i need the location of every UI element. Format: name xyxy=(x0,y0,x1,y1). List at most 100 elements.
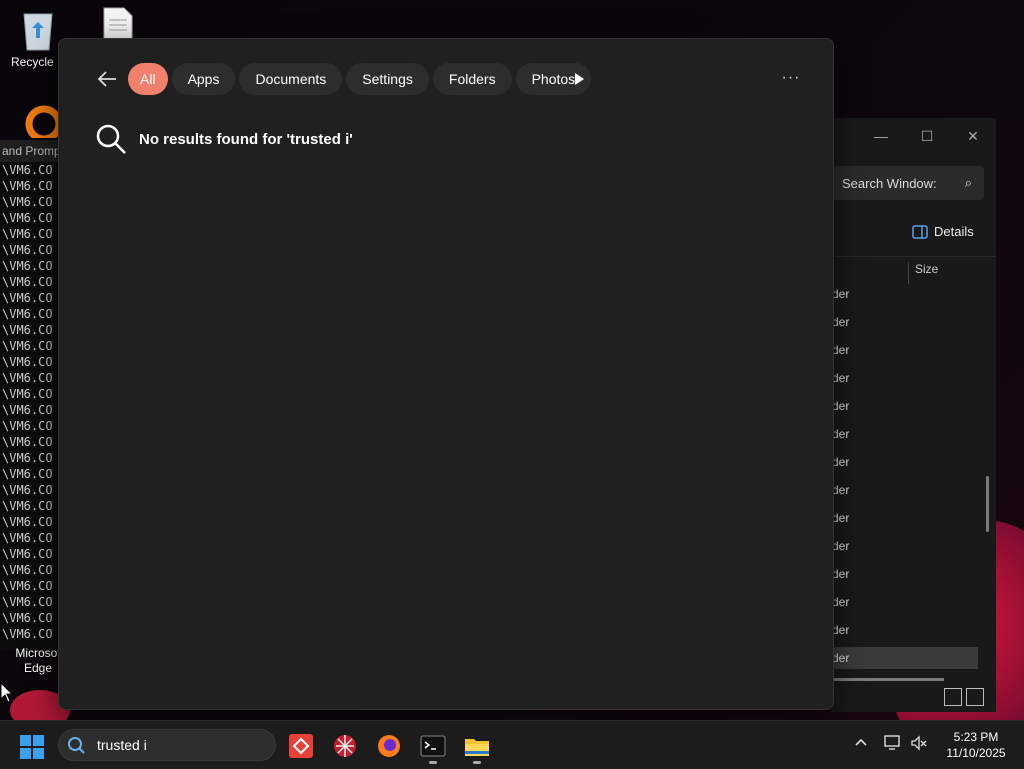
cmd-output-line: \VM6.CO xyxy=(2,627,53,641)
explorer-list-item[interactable]: der xyxy=(832,507,978,529)
cmd-output-line: \VM6.CO xyxy=(2,515,53,529)
cmd-output-line: \VM6.CO xyxy=(2,195,53,209)
cmd-output-line: \VM6.CO xyxy=(2,467,53,481)
filter-tab-settings[interactable]: Settings xyxy=(346,63,429,95)
cmd-output-line: \VM6.CO xyxy=(2,211,53,225)
search-icon xyxy=(68,737,85,754)
tiles-view-icon[interactable] xyxy=(966,688,984,706)
explorer-list-item[interactable]: der xyxy=(832,563,978,585)
cmd-output-line: \VM6.CO xyxy=(2,243,53,257)
file-explorer-window[interactable]: — ☐ ✕ Search Window: ⌕ Details Size der d… xyxy=(832,118,996,712)
cmd-output-line: \VM6.CO xyxy=(2,403,53,417)
cmd-output-line: \VM6.CO xyxy=(2,387,53,401)
explorer-list-item[interactable]: der xyxy=(832,423,978,445)
explorer-list-item[interactable]: der xyxy=(832,647,978,669)
vertical-scrollbar[interactable] xyxy=(986,476,989,532)
no-results-message: No results found for 'trusted i' xyxy=(95,123,353,155)
more-options-button[interactable]: ··· xyxy=(779,69,803,89)
cmd-output-line: \VM6.CO xyxy=(2,291,53,305)
clock-time: 5:23 PM xyxy=(953,730,999,744)
filter-tab-documents[interactable]: Documents xyxy=(239,63,343,95)
details-pane-icon xyxy=(912,224,928,239)
cmd-window-title: and Promp xyxy=(0,140,60,162)
details-pane-button[interactable]: Details xyxy=(912,224,974,239)
taskbar-app-file-explorer[interactable] xyxy=(464,733,490,764)
explorer-column-header: Size xyxy=(832,256,996,284)
cmd-output-line: \VM6.CO xyxy=(2,163,53,177)
explorer-titlebar: — ☐ ✕ xyxy=(832,118,996,154)
document-file-icon xyxy=(103,7,133,41)
cmd-output-line: \VM6.CO xyxy=(2,611,53,625)
horizontal-scrollbar[interactable] xyxy=(832,678,944,681)
filter-tab-apps[interactable]: Apps xyxy=(171,63,236,95)
cmd-output-line: \VM6.CO xyxy=(2,595,53,609)
cmd-output-line: \VM6.CO xyxy=(2,355,53,369)
recycle-bin-icon xyxy=(23,13,53,51)
explorer-search-placeholder: Search Window: xyxy=(842,175,937,191)
taskbar-search-input[interactable] xyxy=(95,736,259,754)
running-indicator xyxy=(473,761,481,764)
firefox-icon xyxy=(378,735,400,757)
cmd-output-line: \VM6.CO xyxy=(2,579,53,593)
cmd-output-line: \VM6.CO xyxy=(2,179,53,193)
filter-tab-all[interactable]: All xyxy=(128,63,168,95)
taskbar-app-tool[interactable] xyxy=(332,733,358,759)
explorer-list-item[interactable]: der xyxy=(832,451,978,473)
cmd-output-line: \VM6.CO xyxy=(2,483,53,497)
details-label: Details xyxy=(934,224,974,239)
cmd-output-line: \VM6.CO xyxy=(2,227,53,241)
more-filters-play-icon[interactable] xyxy=(569,69,589,89)
explorer-list-item[interactable]: der xyxy=(832,339,978,361)
back-arrow-icon[interactable] xyxy=(95,67,119,91)
taskbar-app-firefox[interactable] xyxy=(376,733,402,759)
minimize-icon[interactable]: — xyxy=(858,128,904,144)
start-button[interactable] xyxy=(20,735,44,759)
no-results-text: No results found for 'trusted i' xyxy=(139,130,353,148)
cmd-output-line: \VM6.CO xyxy=(2,339,53,353)
details-view-icon[interactable] xyxy=(944,688,962,706)
taskbar-app-terminal[interactable] xyxy=(420,733,446,764)
cmd-output-line: \VM6.CO xyxy=(2,371,53,385)
close-icon[interactable]: ✕ xyxy=(950,128,996,145)
cmd-output-line: \VM6.CO xyxy=(2,499,53,513)
cmd-output-line: \VM6.CO xyxy=(2,275,53,289)
cmd-output-line: \VM6.CO xyxy=(2,419,53,433)
size-column-header[interactable]: Size xyxy=(908,262,938,284)
red-globe-tool-icon xyxy=(334,735,356,757)
show-hidden-icons-chevron-icon[interactable] xyxy=(854,735,868,752)
clock-date: 11/10/2025 xyxy=(946,746,1006,760)
explorer-list-item[interactable]: der xyxy=(832,535,978,557)
cmd-output-line: \VM6.CO xyxy=(2,307,53,321)
explorer-list-item[interactable]: der xyxy=(832,619,978,641)
search-icon: ⌕ xyxy=(964,175,972,190)
cmd-output-line: \VM6.CO xyxy=(2,259,53,273)
system-clock[interactable]: 5:23 PM 11/10/2025 xyxy=(936,729,1016,761)
network-icon[interactable] xyxy=(884,735,902,754)
taskbar-search-box[interactable] xyxy=(58,729,276,761)
cmd-output-line: \VM6.CO xyxy=(2,435,53,449)
windows-logo-icon xyxy=(20,735,44,759)
filter-tab-folders[interactable]: Folders xyxy=(432,63,512,95)
volume-muted-icon[interactable] xyxy=(910,735,928,754)
command-prompt-window[interactable]: and Promp \VM6.CO \VM6.CO \VM6.CO \VM6.CO \V… xyxy=(0,140,60,650)
explorer-list-item[interactable]: der xyxy=(832,591,978,613)
anydesk-icon xyxy=(289,734,313,758)
taskbar: 5:23 PM 11/10/2025 xyxy=(0,720,1024,769)
explorer-list-item[interactable]: der xyxy=(832,367,978,389)
explorer-list-item[interactable]: der xyxy=(832,395,978,417)
explorer-list-item[interactable]: der xyxy=(832,479,978,501)
running-indicator xyxy=(429,761,437,764)
file-explorer-icon xyxy=(465,739,489,756)
explorer-list-item[interactable]: der xyxy=(832,283,978,305)
explorer-search-box[interactable]: Search Window: ⌕ xyxy=(832,166,984,200)
cmd-output-line: \VM6.CO xyxy=(2,451,53,465)
cmd-output-line: \VM6.CO xyxy=(2,547,53,561)
search-filter-tabs: All Apps Documents Settings Folders Photos xyxy=(128,63,592,95)
search-icon xyxy=(96,124,126,154)
view-toggle-group xyxy=(944,688,984,706)
cmd-output-line: \VM6.CO xyxy=(2,323,53,337)
taskbar-app-anydesk[interactable] xyxy=(288,733,314,759)
windows-search-panel: All Apps Documents Settings Folders Photos ··… xyxy=(58,38,834,710)
explorer-list-item[interactable]: der xyxy=(832,311,978,333)
maximize-icon[interactable]: ☐ xyxy=(904,128,950,145)
